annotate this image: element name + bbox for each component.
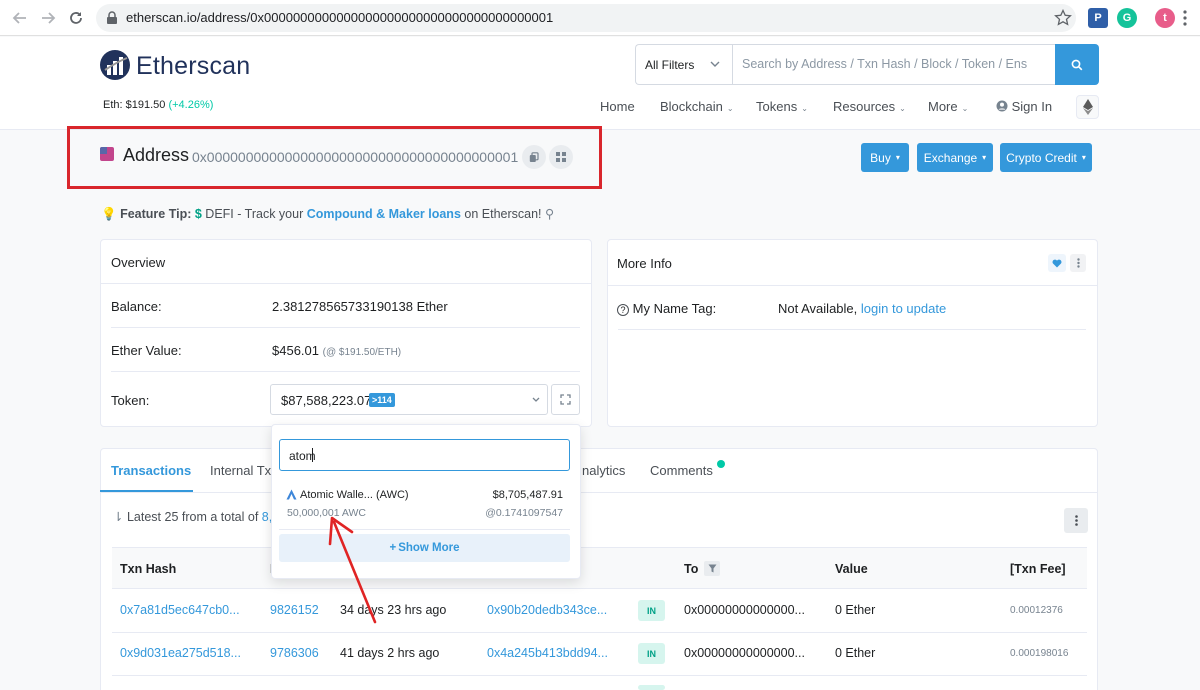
txn-age: 41 days 2 hrs ago	[340, 646, 440, 660]
more-info-card	[607, 239, 1098, 427]
token-count-badge: >114	[369, 393, 395, 407]
compound-maker-link[interactable]: Compound & Maker loans	[307, 207, 461, 221]
caret-down-icon: ⌄	[961, 104, 969, 113]
block-link[interactable]: 9826152	[270, 603, 319, 617]
txn-value: 0 Ether	[835, 646, 876, 660]
search-icon	[1071, 59, 1083, 70]
caret-down-icon: ⌄	[726, 104, 734, 113]
sort-icon: ⇂	[113, 510, 124, 524]
logo-text[interactable]: Etherscan	[136, 52, 250, 81]
user-circle-icon	[996, 100, 1008, 112]
th-value: Value	[835, 562, 868, 576]
extension-icon[interactable]: P	[1088, 8, 1108, 28]
new-comments-dot	[717, 460, 725, 468]
reload-icon[interactable]	[66, 8, 86, 28]
crypto-credit-button[interactable]: Crypto Credit ▾	[1000, 143, 1092, 172]
txn-hash-link[interactable]: 0x7a81d5ec647cb0...	[120, 603, 240, 617]
chevron-down-icon	[532, 397, 540, 402]
buy-button[interactable]: Buy ▾	[861, 143, 909, 172]
txn-value: 0 Ether	[835, 603, 876, 617]
ether-value-label: Ether Value:	[111, 343, 182, 358]
nav-home[interactable]: Home	[600, 99, 635, 114]
profile-avatar[interactable]: t	[1155, 8, 1175, 28]
exchange-button[interactable]: Exchange ▾	[917, 143, 993, 172]
favorite-button[interactable]	[1048, 254, 1066, 272]
nav-resources[interactable]: Resources ⌄	[833, 99, 906, 114]
chevron-down-icon	[710, 61, 720, 67]
txn-fee: 0.00012376	[1010, 605, 1063, 616]
token-usd-value: $8,705,487.91	[492, 489, 563, 501]
feature-tip: 💡 Feature Tip: $ DEFI - Track your Compo…	[101, 207, 555, 221]
more-info-title: More Info	[617, 256, 672, 271]
filter-label: All Filters	[645, 58, 695, 72]
expand-icon	[560, 394, 571, 405]
atomic-wallet-icon	[286, 489, 297, 500]
token-rate: @0.1741097547	[485, 507, 563, 519]
url-text: etherscan.io/address/0x00000000000000000…	[126, 10, 554, 25]
login-link[interactable]: login to update	[861, 301, 946, 316]
browser-menu-icon[interactable]	[1183, 10, 1187, 26]
nav-tokens[interactable]: Tokens ⌄	[756, 99, 808, 114]
ether-value: $456.01 (@ $191.50/ETH)	[272, 343, 402, 358]
lock-icon	[106, 11, 118, 25]
direction-badge-partial	[638, 685, 665, 690]
eth-price: Eth: $191.50 (+4.26%)	[103, 99, 214, 111]
tab-internal-txns[interactable]: Internal Txn	[210, 463, 278, 478]
heart-icon	[1052, 259, 1062, 267]
th-txn-fee: [Txn Fee]	[1010, 562, 1066, 576]
table-header	[112, 547, 1087, 589]
latest-txns-summary: ⇂ Latest 25 from a total of 8,27	[113, 510, 286, 524]
th-to: To	[684, 562, 699, 576]
token-search-input[interactable]	[279, 439, 570, 471]
balance-label: Balance:	[111, 299, 162, 314]
tab-transactions[interactable]: Transactions	[111, 463, 191, 478]
direction-badge: IN	[638, 643, 665, 664]
nav-signin[interactable]: Sign In	[996, 99, 1052, 114]
search-placeholder: Search by Address / Txn Hash / Block / T…	[742, 57, 1028, 71]
txn-hash-link[interactable]: 0x9d031ea275d518...	[120, 646, 241, 660]
plus-icon: +	[389, 542, 397, 554]
grammarly-icon[interactable]: G	[1117, 8, 1137, 28]
more-options-button[interactable]	[1070, 254, 1086, 272]
kebab-icon	[1074, 515, 1078, 526]
filter-icon[interactable]	[704, 561, 720, 576]
token-name: Atomic Walle... (AWC)	[300, 489, 409, 501]
direction-badge: IN	[638, 600, 665, 621]
address-highlight-box	[67, 126, 602, 189]
search-button[interactable]	[1055, 44, 1099, 85]
token-label: Token:	[111, 393, 150, 408]
caret-down-icon: ⌄	[801, 104, 808, 113]
tab-comments[interactable]: Comments	[650, 463, 713, 478]
kebab-icon	[1076, 258, 1080, 268]
etherscan-logo-icon[interactable]	[99, 48, 131, 82]
expand-tokens-button[interactable]	[551, 384, 580, 415]
name-tag-value: Not Available, login to update	[778, 301, 947, 316]
to-address: 0x00000000000000...	[684, 646, 805, 660]
nav-blockchain[interactable]: Blockchain ⌄	[660, 99, 734, 114]
overview-title: Overview	[111, 255, 166, 270]
table-options-button[interactable]	[1064, 508, 1088, 533]
forward-arrow-icon[interactable]	[38, 8, 58, 28]
txn-fee: 0.000198016	[1010, 648, 1069, 659]
from-address-link[interactable]: 0x4a245b413bdd94...	[487, 646, 608, 660]
back-arrow-icon[interactable]	[10, 8, 30, 28]
token-value: $87,588,223.07	[281, 393, 372, 408]
name-tag-label: ? My Name Tag:	[617, 301, 716, 316]
to-address: 0x00000000000000...	[684, 603, 805, 617]
question-circle-icon: ?	[617, 304, 629, 316]
star-icon[interactable]	[1054, 9, 1072, 27]
nav-more[interactable]: More ⌄	[928, 99, 968, 114]
balance-value: 2.381278565733190138 Ether	[272, 299, 448, 314]
ethereum-network-icon[interactable]	[1076, 95, 1099, 119]
from-address-link[interactable]: 0x90b20dedb343ce...	[487, 603, 607, 617]
tab-analytics[interactable]: nalytics	[582, 463, 625, 478]
caret-down-icon: ⌄	[899, 104, 906, 113]
th-txn-hash: Txn Hash	[120, 562, 177, 576]
lightbulb-icon: 💡	[101, 207, 117, 221]
text-cursor	[312, 448, 313, 462]
search-icon: ⚲	[545, 207, 555, 221]
annotation-arrow	[320, 510, 390, 630]
block-link[interactable]: 9786306	[270, 646, 319, 660]
